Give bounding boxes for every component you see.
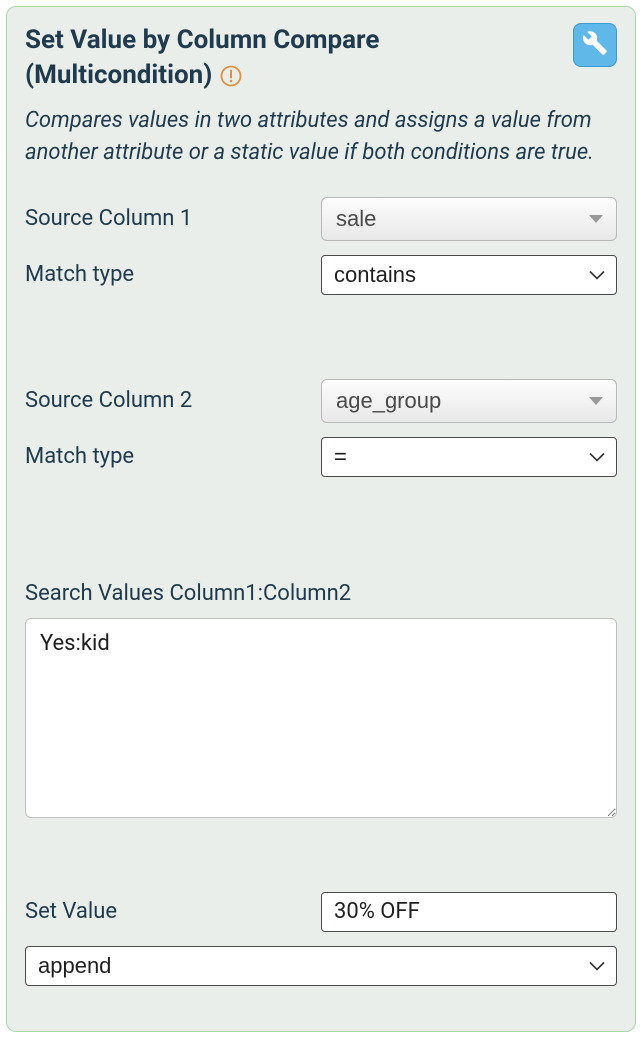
source-column-2-row: Source Column 2 age_group	[25, 379, 617, 423]
panel-description: Compares values in two attributes and as…	[25, 105, 617, 169]
match-type-2-row: Match type =	[25, 437, 617, 477]
match-type-1-label: Match type	[25, 262, 321, 287]
search-values-label: Search Values Column1:Column2	[25, 581, 617, 606]
set-value-label: Set Value	[25, 899, 321, 924]
set-value-row: Set Value	[25, 892, 617, 932]
config-panel: Set Value by Column Compare (Multicondit…	[6, 6, 636, 1032]
wrench-icon	[582, 30, 608, 60]
source-column-2-select[interactable]: age_group	[321, 379, 617, 423]
panel-title: Set Value by Column Compare (Multicondit…	[25, 25, 379, 90]
mode-select[interactable]: append	[25, 946, 617, 986]
set-value-input[interactable]	[321, 892, 617, 932]
source-column-2-label: Source Column 2	[25, 388, 321, 413]
title-block: Set Value by Column Compare (Multicondit…	[25, 23, 573, 93]
search-values-textarea[interactable]: Yes:kid	[25, 618, 617, 818]
match-type-1-select[interactable]: contains	[321, 255, 617, 295]
source-column-1-row: Source Column 1 sale	[25, 197, 617, 241]
source-column-1-select[interactable]: sale	[321, 197, 617, 241]
match-type-2-label: Match type	[25, 444, 321, 469]
panel-header: Set Value by Column Compare (Multicondit…	[25, 23, 617, 93]
warning-icon	[220, 65, 242, 91]
settings-button[interactable]	[573, 23, 617, 67]
match-type-1-row: Match type contains	[25, 255, 617, 295]
match-type-2-select[interactable]: =	[321, 437, 617, 477]
source-column-1-label: Source Column 1	[25, 206, 321, 231]
